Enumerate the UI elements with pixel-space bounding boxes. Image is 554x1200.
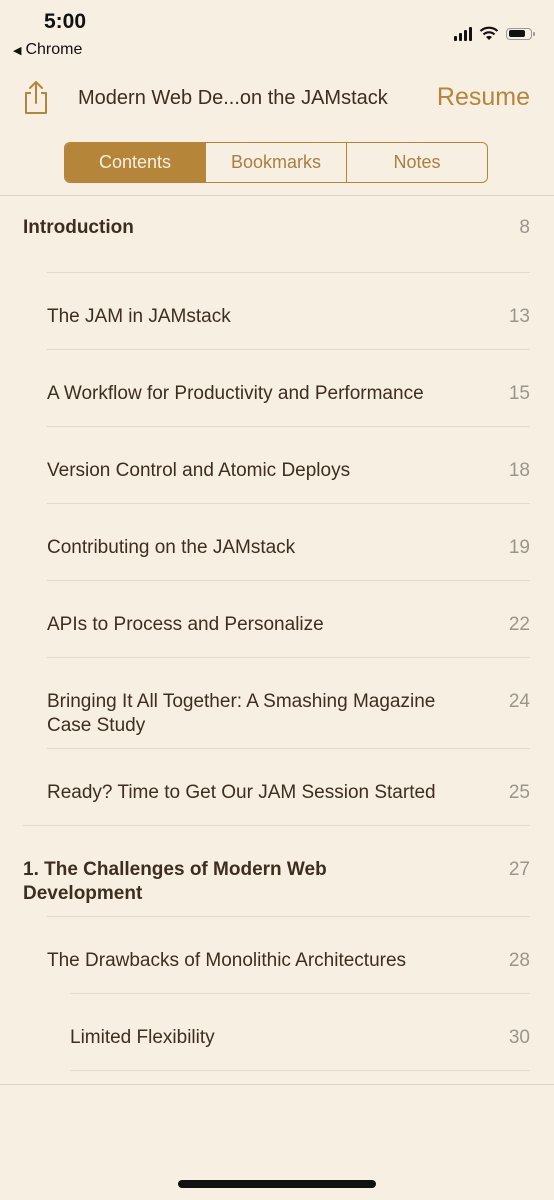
toc-row[interactable]: Ready? Time to Get Our JAM Session Start… — [0, 749, 554, 826]
status-bar: 5:00 ◀ Chrome — [0, 0, 554, 70]
status-time: 5:00 — [44, 10, 87, 33]
toc-row[interactable]: The Drawbacks of Monolithic Architecture… — [0, 917, 554, 994]
footer-divider — [0, 1084, 554, 1085]
table-of-contents: Introduction 8 The JAM in JAMstack 13 A Work… — [0, 196, 554, 1071]
book-title: Modern Web De...on the JAMstack — [78, 87, 388, 109]
toc-title: Ready? Time to Get Our JAM Session Start… — [47, 782, 436, 803]
toc-title: A Workflow for Productivity and Performa… — [47, 383, 424, 404]
row-separator — [70, 1070, 530, 1071]
segmented-control: Contents Bookmarks Notes — [64, 142, 488, 183]
wifi-icon — [479, 26, 499, 40]
toc-row[interactable]: APIs to Process and Personalize 22 — [0, 581, 554, 658]
toc-title: Limited Flexibility — [70, 1027, 215, 1048]
home-indicator[interactable] — [178, 1180, 376, 1188]
toc-title: APIs to Process and Personalize — [47, 614, 324, 635]
back-triangle-icon: ◀ — [13, 45, 22, 57]
toc-page-number: 19 — [508, 537, 530, 558]
nav-bar: Modern Web De...on the JAMstack Resume — [0, 75, 554, 123]
toc-page-number: 27 — [508, 859, 530, 880]
toc-row[interactable]: A Workflow for Productivity and Performa… — [0, 350, 554, 427]
toc-title: Introduction — [23, 217, 134, 238]
toc-title: Version Control and Atomic Deploys — [47, 460, 351, 481]
share-icon[interactable] — [23, 79, 49, 115]
tab-contents[interactable]: Contents — [65, 143, 205, 182]
toc-page-number: 18 — [508, 460, 530, 481]
resume-button[interactable]: Resume — [437, 83, 530, 112]
signal-icon — [454, 26, 472, 41]
toc-page-number: 30 — [508, 1027, 530, 1048]
toc-row[interactable]: Bringing It All Together: A Smashing Mag… — [0, 658, 554, 749]
toc-row[interactable]: The JAM in JAMstack 13 — [0, 273, 554, 350]
toc-page-number: 22 — [508, 614, 530, 635]
toc-row[interactable]: Version Control and Atomic Deploys 18 — [0, 427, 554, 504]
toc-title: Bringing It All Together: A Smashing Mag… — [47, 691, 436, 736]
toc-title: The Drawbacks of Monolithic Architecture… — [47, 950, 407, 971]
back-app-label: Chrome — [25, 41, 83, 58]
toc-row[interactable]: Introduction 8 — [0, 196, 554, 273]
tab-bookmarks[interactable]: Bookmarks — [205, 143, 346, 182]
system-icons — [454, 26, 535, 41]
toc-title: 1. The Challenges of Modern Web Developm… — [23, 859, 327, 904]
toc-row[interactable]: Contributing on the JAMstack 19 — [0, 504, 554, 581]
toc-title: The JAM in JAMstack — [47, 306, 231, 327]
toc-page-number: 28 — [508, 950, 530, 971]
tab-notes[interactable]: Notes — [346, 143, 487, 182]
toc-row[interactable]: Limited Flexibility 30 — [0, 994, 554, 1071]
toc-page-number: 13 — [508, 306, 530, 327]
back-to-app-link[interactable]: ◀ Chrome — [13, 41, 82, 59]
toc-row[interactable]: 1. The Challenges of Modern Web Developm… — [0, 826, 554, 917]
toc-page-number: 8 — [519, 217, 530, 238]
toc-page-number: 15 — [508, 383, 530, 404]
toc-title: Contributing on the JAMstack — [47, 537, 296, 558]
toc-page-number: 24 — [508, 691, 530, 712]
battery-icon — [506, 27, 535, 40]
toc-page-number: 25 — [508, 782, 530, 803]
